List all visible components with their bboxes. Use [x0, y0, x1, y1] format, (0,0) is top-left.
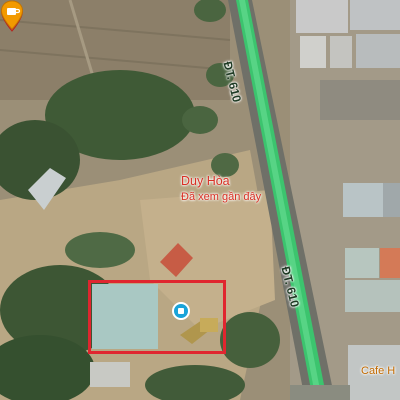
- highlight-box: [88, 280, 226, 354]
- shop-icon[interactable]: [172, 302, 190, 320]
- cafe-label[interactable]: Cafe H: [361, 365, 395, 377]
- place-status: Đã xem gần đây: [181, 191, 262, 203]
- satellite-map[interactable]: ĐT. 610 ĐT. 610 Duy Hòa Đã xem gần đây C…: [0, 0, 400, 400]
- place-name[interactable]: Duy Hòa: [181, 174, 230, 188]
- coffee-cup-icon[interactable]: [0, 0, 24, 30]
